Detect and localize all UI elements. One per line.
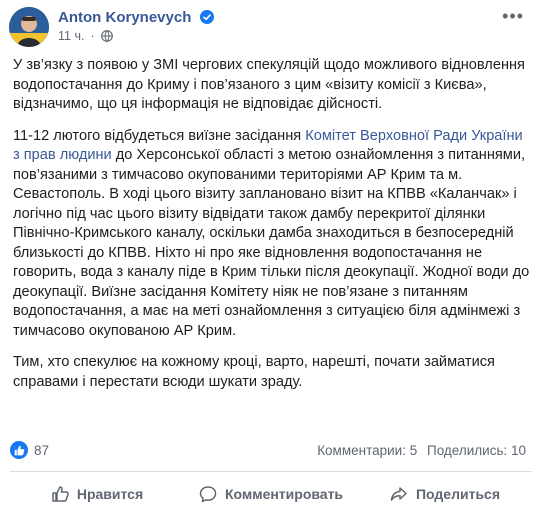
post-paragraph-2: 11-12 лютого відбудеться виїзне засіданн…	[13, 127, 531, 342]
globe-icon	[100, 30, 113, 42]
action-bar: Нравится Комментировать Поделиться	[10, 476, 532, 512]
divider	[10, 471, 532, 472]
reaction-count[interactable]: 87	[34, 443, 49, 458]
share-button-label: Поделиться	[415, 486, 501, 502]
verified-badge-icon	[200, 10, 214, 24]
post-stats: Комментарии: 5 Поделились: 10	[311, 443, 526, 458]
like-button-label: Нравится	[76, 486, 144, 502]
author-name[interactable]: Anton Korynevych	[58, 9, 191, 26]
comment-button[interactable]: Комментировать	[184, 476, 358, 512]
post-paragraph-1: У зв’язку з появою у ЗМІ чергових спекул…	[13, 57, 525, 112]
author-avatar[interactable]	[9, 7, 49, 47]
meta-separator: ·	[90, 29, 95, 43]
share-button[interactable]: Поделиться	[358, 476, 532, 512]
comment-button-label: Комментировать	[224, 486, 344, 502]
shares-count[interactable]: Поделились: 10	[427, 443, 526, 458]
post-card: Anton Korynevych 11 ч. · ••• У зв’язку з…	[0, 0, 542, 521]
thumbs-up-icon	[52, 486, 69, 502]
share-icon	[390, 487, 407, 501]
post-paragraph-3: Тим, хто спекулює на кожному кроці, варт…	[13, 354, 495, 390]
more-options-icon[interactable]: •••	[502, 6, 524, 27]
comments-count[interactable]: Комментарии: 5	[317, 443, 417, 458]
post-meta: 11 ч. ·	[58, 29, 113, 43]
like-reaction-icon	[10, 441, 28, 459]
like-button[interactable]: Нравится	[10, 476, 184, 512]
paragraph-2-after: до Херсонської області з метою ознайомле…	[13, 147, 530, 339]
paragraph-2-before: 11-12 лютого відбудеться виїзне засіданн…	[13, 127, 306, 144]
comment-icon	[199, 486, 217, 503]
post-text: У зв’язку з появою у ЗМІ чергових спекул…	[13, 56, 531, 404]
post-timestamp[interactable]: 11 ч.	[58, 29, 84, 43]
reactions-summary[interactable]: 87	[10, 441, 49, 459]
